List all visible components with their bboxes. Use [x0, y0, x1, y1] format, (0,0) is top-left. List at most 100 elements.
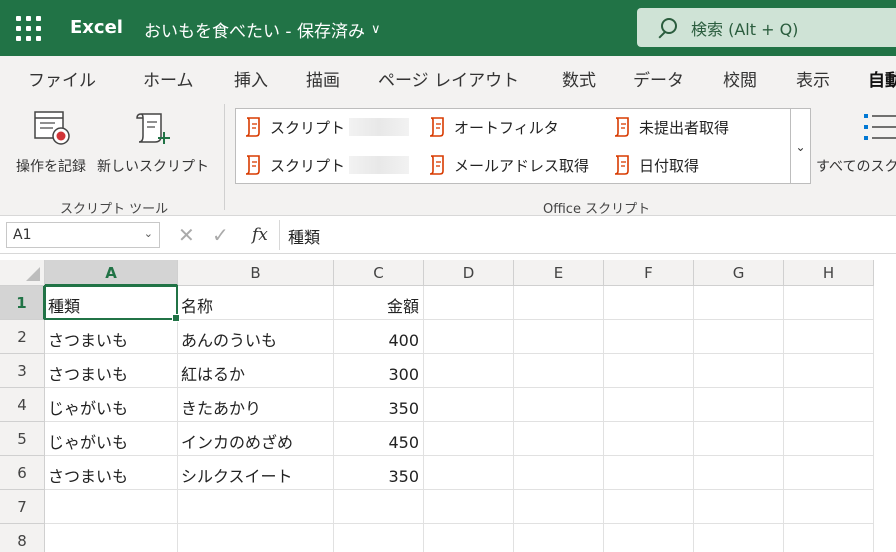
formula-input[interactable]: 種類	[288, 224, 320, 248]
cell-d3[interactable]	[424, 354, 514, 388]
cell-d6[interactable]	[424, 456, 514, 490]
cell-f6[interactable]	[604, 456, 694, 490]
row-header-2[interactable]: 2	[0, 320, 45, 354]
cell-g7[interactable]	[694, 490, 784, 524]
cell-c2[interactable]: 400	[334, 320, 424, 354]
cell-h2[interactable]	[784, 320, 874, 354]
cell-e7[interactable]	[514, 490, 604, 524]
cell-g4[interactable]	[694, 388, 784, 422]
cell-a3[interactable]: さつまいも	[45, 354, 178, 388]
insert-function-button[interactable]: fx	[252, 225, 268, 245]
column-header-b[interactable]: B	[178, 260, 334, 286]
tab-data[interactable]: データ	[633, 66, 684, 91]
cell-d2[interactable]	[424, 320, 514, 354]
new-script-button[interactable]: 新しいスクリプト	[92, 110, 214, 176]
gallery-expand-button[interactable]: ⌄	[791, 108, 811, 184]
tab-automate[interactable]: 自動	[868, 66, 896, 91]
cell-g3[interactable]	[694, 354, 784, 388]
cancel-icon[interactable]: ✕	[178, 223, 195, 247]
column-header-a[interactable]: A	[45, 260, 178, 286]
cell-a6[interactable]: さつまいも	[45, 456, 178, 490]
tab-insert[interactable]: 挿入	[234, 66, 268, 91]
cell-h8[interactable]	[784, 524, 874, 552]
cell-c4[interactable]: 350	[334, 388, 424, 422]
cell-f2[interactable]	[604, 320, 694, 354]
cell-a8[interactable]	[45, 524, 178, 552]
script-item-email[interactable]: メールアドレス取得	[428, 154, 589, 176]
script-item-date[interactable]: 日付取得	[613, 154, 699, 176]
tab-page-layout[interactable]: ページ レイアウト	[378, 66, 519, 91]
column-header-e[interactable]: E	[514, 260, 604, 286]
cell-a2[interactable]: さつまいも	[45, 320, 178, 354]
row-header-5[interactable]: 5	[0, 422, 45, 456]
tab-draw[interactable]: 描画	[306, 66, 340, 91]
cell-b6[interactable]: シルクスイート	[178, 456, 334, 490]
cell-b7[interactable]	[178, 490, 334, 524]
cell-e4[interactable]	[514, 388, 604, 422]
search-box[interactable]: 検索 (Alt + Q)	[637, 8, 896, 47]
tab-view[interactable]: 表示	[796, 66, 830, 91]
row-header-6[interactable]: 6	[0, 456, 45, 490]
cell-g6[interactable]	[694, 456, 784, 490]
cell-d1[interactable]	[424, 286, 514, 320]
script-item-autofilter[interactable]: オートフィルタ	[428, 116, 559, 138]
cell-b2[interactable]: あんのういも	[178, 320, 334, 354]
cell-a7[interactable]	[45, 490, 178, 524]
cell-b4[interactable]: きたあかり	[178, 388, 334, 422]
tab-file[interactable]: ファイル	[28, 66, 96, 91]
cell-h5[interactable]	[784, 422, 874, 456]
cell-e5[interactable]	[514, 422, 604, 456]
cell-e6[interactable]	[514, 456, 604, 490]
cell-f5[interactable]	[604, 422, 694, 456]
cell-f7[interactable]	[604, 490, 694, 524]
cell-h1[interactable]	[784, 286, 874, 320]
cell-a4[interactable]: じゃがいも	[45, 388, 178, 422]
cell-g2[interactable]	[694, 320, 784, 354]
script-item[interactable]: スクリプト	[244, 154, 410, 176]
cell-d8[interactable]	[424, 524, 514, 552]
worksheet-grid[interactable]: A B C D E F G H 1 種類 名称 金額 2 さつまいも あんのういも 400 3 さつまいも 紅はるか…	[0, 254, 896, 552]
cell-f3[interactable]	[604, 354, 694, 388]
column-header-d[interactable]: D	[424, 260, 514, 286]
row-header-4[interactable]: 4	[0, 388, 45, 422]
column-header-c[interactable]: C	[334, 260, 424, 286]
cell-g8[interactable]	[694, 524, 784, 552]
cell-h4[interactable]	[784, 388, 874, 422]
record-actions-button[interactable]: 操作を記録	[12, 110, 90, 176]
script-item[interactable]: スクリプト	[244, 116, 410, 138]
document-title[interactable]: おいもを食べたい - 保存済み ∨	[144, 17, 380, 42]
cell-d7[interactable]	[424, 490, 514, 524]
all-scripts-button[interactable]: すべてのスク	[816, 110, 896, 176]
cell-f8[interactable]	[604, 524, 694, 552]
cell-d5[interactable]	[424, 422, 514, 456]
cell-c6[interactable]: 350	[334, 456, 424, 490]
cell-b8[interactable]	[178, 524, 334, 552]
cell-g1[interactable]	[694, 286, 784, 320]
cell-c8[interactable]	[334, 524, 424, 552]
row-header-1[interactable]: 1	[0, 286, 45, 320]
cell-h3[interactable]	[784, 354, 874, 388]
cell-f4[interactable]	[604, 388, 694, 422]
confirm-icon[interactable]: ✓	[212, 223, 229, 247]
cell-d4[interactable]	[424, 388, 514, 422]
cell-c7[interactable]	[334, 490, 424, 524]
row-header-3[interactable]: 3	[0, 354, 45, 388]
cell-c1[interactable]: 金額	[334, 286, 424, 320]
cell-e1[interactable]	[514, 286, 604, 320]
app-launcher-icon[interactable]	[14, 14, 42, 42]
cell-g5[interactable]	[694, 422, 784, 456]
chevron-down-icon[interactable]: ⌄	[144, 227, 153, 240]
select-all-button[interactable]	[0, 260, 45, 286]
cell-b5[interactable]: インカのめざめ	[178, 422, 334, 456]
cell-e8[interactable]	[514, 524, 604, 552]
cell-h6[interactable]	[784, 456, 874, 490]
cell-e2[interactable]	[514, 320, 604, 354]
cell-e3[interactable]	[514, 354, 604, 388]
tab-review[interactable]: 校閲	[723, 66, 757, 91]
cell-f1[interactable]	[604, 286, 694, 320]
column-header-h[interactable]: H	[784, 260, 874, 286]
column-header-g[interactable]: G	[694, 260, 784, 286]
app-name[interactable]: Excel	[70, 17, 123, 38]
column-header-f[interactable]: F	[604, 260, 694, 286]
cell-c3[interactable]: 300	[334, 354, 424, 388]
